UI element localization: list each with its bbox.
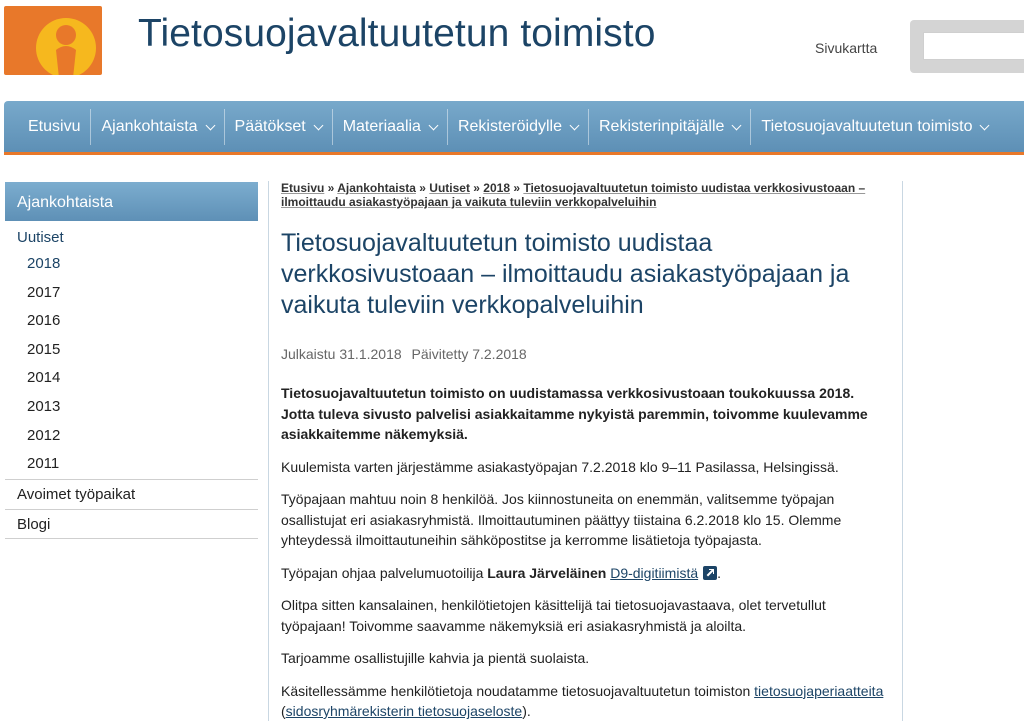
nav-item-label: Etusivu [28, 118, 81, 135]
page-title: Tietosuojavaltuutetun toimisto uudistaa … [281, 229, 850, 319]
nav-item-label: Tietosuojavaltuutetun toimisto [761, 118, 973, 135]
chevron-down-icon [731, 120, 742, 130]
facilitator-name: Laura Järveläinen [487, 564, 607, 581]
site-logo[interactable] [4, 6, 102, 75]
nav-item-etusivu[interactable]: Etusivu [18, 109, 92, 145]
breadcrumb-separator: » [510, 181, 524, 195]
p6-text: Käsitellessämme henkilötietoja noudatamm… [281, 682, 755, 699]
published-date: Julkaistu 31.1.2018 [281, 346, 402, 362]
sidebar-year-2016[interactable]: 2016 [5, 307, 258, 336]
content-divider-right [902, 181, 903, 721]
logo-icon [36, 18, 96, 75]
chevron-down-icon [205, 120, 215, 130]
breadcrumb: Etusivu » Ajankohtaista » Uutiset » 2018… [281, 181, 886, 209]
sidebar-year-2017[interactable]: 2017 [5, 279, 258, 308]
nav-underline [4, 152, 1024, 155]
p3-text: Työpajan ohjaa palvelumuotoilija [281, 564, 488, 581]
sidebar: Ajankohtaista Uutiset 2018 2017 2016 2015 20… [5, 182, 258, 539]
article-dates: Julkaistu 31.1.2018 Päivitetty 7.2.2018 [281, 346, 891, 362]
article-paragraph-1: Kuulemista varten järjestämme asiakastyö… [281, 458, 839, 475]
chevron-down-icon [569, 120, 580, 130]
d9-link[interactable]: D9-digitiimistä [610, 565, 698, 581]
sidebar-item-avoimet-tyopaikat[interactable]: Avoimet työpaikat [5, 478, 258, 509]
breadcrumb-item[interactable]: 2018 [483, 181, 510, 195]
nav-item-rekisteröidylle[interactable]: Rekisteröidylle [448, 109, 589, 145]
chevron-down-icon [313, 120, 324, 130]
nav-item-label: Ajankohtaista [101, 118, 198, 135]
chevron-down-icon [980, 120, 990, 130]
breadcrumb-item[interactable]: Etusivu [281, 181, 324, 195]
chevron-down-icon [428, 120, 439, 130]
p6-end: ). [522, 703, 531, 719]
nav-item-label: Rekisterinpitäjälle [599, 118, 725, 135]
main-navigation: Etusivu Ajankohtaista Päätökset Materiaalia… [4, 101, 1024, 153]
sidebar-year-2018[interactable]: 2018 [5, 250, 258, 279]
sidebar-item-blogi[interactable]: Blogi [5, 508, 258, 539]
breadcrumb-separator: » [469, 181, 484, 195]
sidebar-year-2013[interactable]: 2013 [5, 393, 258, 422]
nav-item-label: Materiaalia [342, 118, 421, 135]
updated-date: Päivitetty 7.2.2018 [411, 346, 527, 362]
search-box [910, 20, 1024, 73]
sidebar-heading[interactable]: Ajankohtaista [5, 182, 258, 221]
content-divider-left [268, 181, 269, 721]
breadcrumb-separator: » [415, 181, 430, 195]
privacy-notice-link[interactable]: sidosryhmärekisterin tietosuojaseloste [286, 703, 523, 719]
article-lead: Tietosuojavaltuutetun toimisto on uudist… [281, 385, 868, 442]
privacy-principles-link[interactable]: tietosuojaperiaatteita [754, 683, 883, 699]
sidebar-year-2014[interactable]: 2014 [5, 364, 258, 393]
article-paragraph-6: Käsitellessämme henkilötietoja noudatamm… [281, 681, 891, 721]
search-input[interactable] [923, 32, 1024, 60]
nav-item-ajankohtaista[interactable]: Ajankohtaista [91, 109, 225, 145]
article-paragraph-3: Työpajan ohjaa palvelumuotoilija Laura J… [281, 563, 891, 584]
breadcrumb-item[interactable]: Ajankohtaista [337, 181, 416, 195]
sidebar-year-2012[interactable]: 2012 [5, 422, 258, 451]
article: Etusivu » Ajankohtaista » Uutiset » 2018… [281, 181, 891, 721]
nav-item-tietosuojavaltuutetun-toimisto[interactable]: Tietosuojavaltuutetun toimisto [751, 109, 998, 145]
sitemap-link[interactable]: Sivukartta [815, 40, 877, 56]
article-paragraph-2: Työpajaan mahtuu noin 8 henkilöä. Jos ki… [281, 491, 842, 548]
nav-item-materiaalia[interactable]: Materiaalia [333, 109, 448, 145]
nav-item-päätökset[interactable]: Päätökset [225, 109, 333, 145]
sidebar-item-uutiset[interactable]: Uutiset [5, 221, 258, 250]
site-title[interactable]: Tietosuojavaltuutetun toimisto [138, 12, 656, 56]
p3-end: . [717, 564, 722, 581]
breadcrumb-separator: » [324, 181, 338, 195]
breadcrumb-item[interactable]: Uutiset [429, 181, 470, 195]
external-link-icon[interactable] [703, 565, 718, 580]
sidebar-year-2011[interactable]: 2011 [5, 450, 258, 479]
article-paragraph-5: Tarjoamme osallistujille kahvia ja pient… [281, 650, 590, 666]
article-paragraph-4: Olitpa sitten kansalainen, henkilötietoj… [281, 597, 826, 634]
nav-item-rekisterinpitäjälle[interactable]: Rekisterinpitäjälle [589, 109, 752, 145]
sidebar-year-2015[interactable]: 2015 [5, 336, 258, 365]
nav-item-label: Päätökset [234, 118, 306, 135]
nav-item-label: Rekisteröidylle [457, 118, 562, 135]
